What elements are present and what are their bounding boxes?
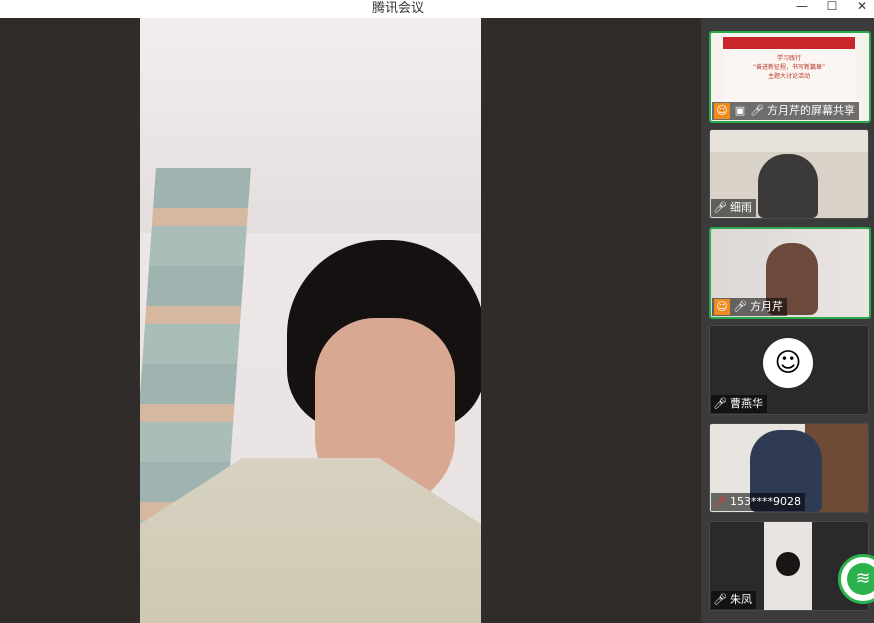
shared-slide-line-1: 学习践行 bbox=[776, 55, 801, 62]
avatar: ☺ bbox=[763, 338, 813, 388]
maximize-button[interactable]: ☐ bbox=[822, 0, 842, 14]
participant-name: 方月芹 bbox=[750, 300, 783, 313]
shared-slide-line-2: “奋进新征程，书写新篇章” bbox=[752, 64, 826, 71]
participant-name: 153****9028 bbox=[730, 495, 801, 508]
wifi-icon: ≋ bbox=[847, 563, 874, 595]
participant-tile-screen-share[interactable]: 学习践行 “奋进新征程，书写新篇章” 主题大讨论活动 ☺ ▣ 🎤︎ 方月芹的屏幕… bbox=[709, 31, 871, 123]
main-stage bbox=[0, 18, 701, 623]
participant-name: 细雨 bbox=[730, 201, 752, 214]
minimize-button[interactable]: — bbox=[792, 0, 812, 14]
tile-name-bar: ☺ 🎤︎ 方月芹 bbox=[712, 298, 787, 316]
participant-name: 方月芹的屏幕共享 bbox=[767, 104, 855, 117]
participant-tile-xiyu[interactable]: 🎤︎ 细雨 bbox=[709, 129, 869, 219]
microphone-icon: 🎤︎ bbox=[750, 104, 764, 117]
title-bar: 腾讯会议 — ☐ ✕ bbox=[0, 0, 874, 18]
participant-name: 曹燕华 bbox=[730, 397, 763, 410]
participant-tile-fangyueqin[interactable]: ☺ 🎤︎ 方月芹 bbox=[709, 227, 871, 319]
microphone-icon: 🎤︎ bbox=[713, 201, 727, 214]
participant-name: 朱凤 bbox=[730, 593, 752, 606]
tile-name-bar: 🎤︎ 细雨 bbox=[711, 199, 756, 217]
tile-name-bar: 🎤︎ 153****9028 bbox=[711, 493, 805, 511]
close-button[interactable]: ✕ bbox=[852, 0, 872, 14]
person-icon: ☺ bbox=[714, 103, 730, 119]
shared-slide-line-3: 主题大讨论活动 bbox=[767, 73, 810, 80]
screen-share-icon: ▣ bbox=[734, 104, 746, 117]
participant-figure bbox=[758, 154, 818, 218]
muted-mic-icon: 🎤︎ bbox=[713, 495, 727, 508]
tile-name-bar: 🎤︎ 朱凤 bbox=[711, 591, 756, 609]
participant-tile-caoyanhua[interactable]: ☺ 🎤︎ 曹燕华 bbox=[709, 325, 869, 415]
microphone-icon: 🎤︎ bbox=[713, 397, 727, 410]
participant-video-portrait bbox=[764, 522, 812, 610]
participant-tile-153[interactable]: 🎤︎ 153****9028 bbox=[709, 423, 869, 513]
participant-figure bbox=[776, 552, 800, 576]
person-icon: ☺ bbox=[714, 299, 730, 315]
shared-slide: 学习践行 “奋进新征程，书写新篇章” 主题大讨论活动 bbox=[723, 37, 855, 109]
tile-name-bar: 🎤︎ 曹燕华 bbox=[711, 395, 767, 413]
tile-name-bar: ☺ ▣ 🎤︎ 方月芹的屏幕共享 bbox=[712, 102, 859, 120]
active-speaker-video bbox=[140, 18, 481, 623]
window-title: 腾讯会议 bbox=[372, 1, 425, 16]
microphone-icon: 🎤︎ bbox=[713, 593, 727, 606]
microphone-icon: 🎤︎ bbox=[733, 300, 747, 313]
